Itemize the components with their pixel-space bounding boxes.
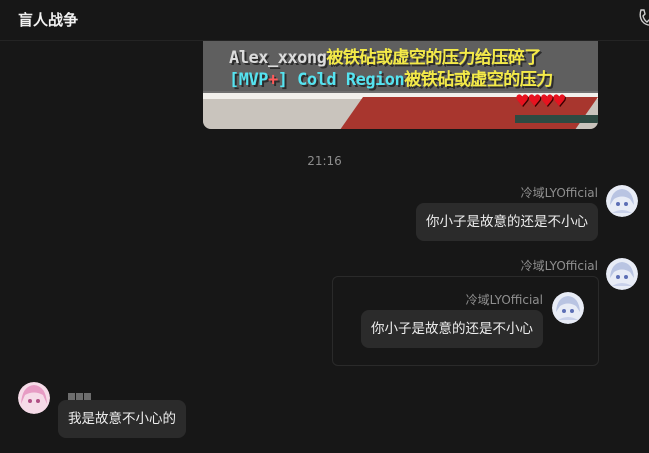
- game-hotbar: [515, 115, 598, 123]
- forwarded-message-bubble[interactable]: 你小子是故意的还是不小心: [361, 310, 543, 348]
- forwarded-sender-name: 冷域LYOfficial: [465, 293, 543, 307]
- message-bubble[interactable]: 你小子是故意的还是不小心: [416, 203, 598, 241]
- message-bubble[interactable]: 我是故意不小心的: [58, 400, 186, 438]
- sender-name: 冷域LYOfficial: [520, 186, 598, 200]
- chat-header: 盲人战争: [0, 0, 649, 41]
- avatar[interactable]: [18, 382, 50, 414]
- sender-name-hidden: [68, 386, 92, 401]
- chat-window: 盲人战争 ▀▀▀ ▀▀ ▀▀▀▀▀▀ Alex_xxong被铁砧或虚空的压力给压…: [0, 0, 649, 453]
- game-chat-line-2: [MVP+] Cold Region被铁砧或虚空的压力: [229, 65, 553, 90]
- health-hearts: ♥♥♥♥: [515, 91, 566, 110]
- sender-name: 冷域LYOfficial: [520, 259, 598, 273]
- phone-icon[interactable]: [638, 9, 649, 27]
- message-list[interactable]: ▀▀▀ ▀▀ ▀▀▀▀▀▀ Alex_xxong被铁砧或虚空的压力给压碎了 [M…: [0, 41, 649, 453]
- avatar[interactable]: [606, 185, 638, 217]
- chat-title: 盲人战争: [18, 11, 79, 29]
- game-rank-open: [MVP: [229, 70, 268, 90]
- game-rank-plus: +: [267, 70, 278, 90]
- game-death-text-2: 被铁砧或虚空的压力: [404, 70, 553, 90]
- message-timestamp: 21:16: [307, 154, 342, 168]
- game-screenshot-image[interactable]: ▀▀▀ ▀▀ ▀▀▀▀▀▀ Alex_xxong被铁砧或虚空的压力给压碎了 [M…: [203, 41, 598, 129]
- avatar[interactable]: [552, 292, 584, 324]
- game-player-name-2: ] Cold Region: [277, 70, 405, 90]
- avatar[interactable]: [606, 258, 638, 290]
